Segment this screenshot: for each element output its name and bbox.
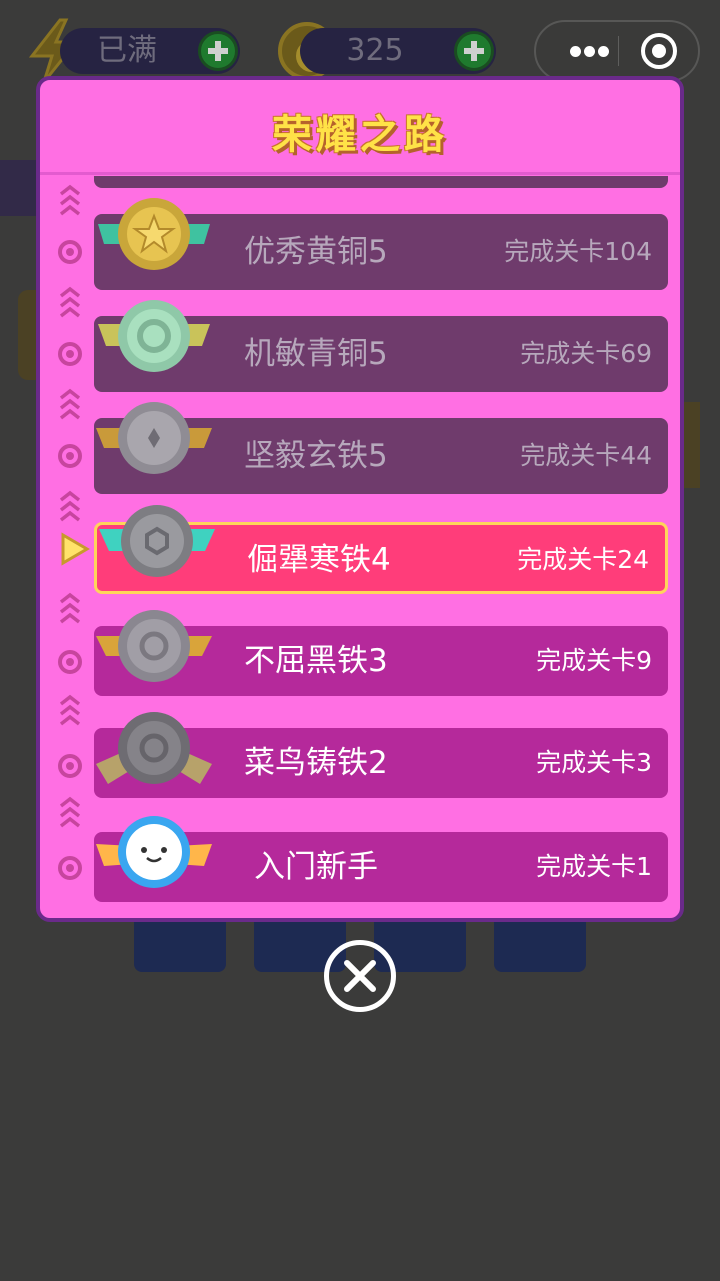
target-circle-icon[interactable]: [641, 33, 677, 69]
rank-marker-dot: [58, 754, 82, 778]
rank-requirement: 完成关卡9: [536, 646, 652, 675]
background-back-button: [0, 160, 40, 216]
capsule-divider: [618, 36, 619, 66]
chevron-up-icon: [58, 796, 82, 832]
rank-marker-dot: [58, 856, 82, 880]
jade-ring-medal-icon: [98, 300, 210, 372]
rank-name: 机敏青铜5: [244, 336, 388, 372]
rank-name: 优秀黄铜5: [244, 234, 388, 270]
rank-row[interactable]: 不屈黑铁3 完成关卡9: [94, 610, 668, 696]
rank-row-partial: [94, 176, 668, 188]
chevron-up-icon: [58, 286, 82, 322]
rank-row[interactable]: 机敏青铜5 完成关卡69: [94, 300, 668, 392]
close-x-icon: [344, 960, 376, 992]
rank-marker-dot: [58, 444, 82, 468]
current-rank-pointer-icon: [61, 532, 90, 566]
smiley-medal-icon: [96, 816, 212, 888]
gold-star-medal-icon: [98, 198, 210, 270]
coin-counter: 325: [300, 28, 496, 74]
rank-marker-dot: [58, 240, 82, 264]
rank-name: 菜鸟铸铁2: [244, 745, 388, 781]
rank-row[interactable]: 坚毅玄铁5 完成关卡44: [94, 402, 668, 494]
add-energy-button[interactable]: [198, 31, 238, 71]
rank-requirement: 完成关卡44: [520, 441, 652, 470]
rank-list[interactable]: 优秀黄铜5 完成关卡104 机敏青铜5 完成关卡69 坚毅玄铁5 完成关卡44: [40, 176, 680, 918]
rank-requirement: 完成关卡3: [536, 748, 652, 777]
rank-requirement: 完成关卡24: [517, 545, 649, 574]
energy-counter: 已满: [60, 28, 240, 74]
rank-requirement: 完成关卡1: [536, 852, 652, 881]
title-divider: [40, 172, 680, 175]
rank-row[interactable]: 入门新手 完成关卡1: [94, 816, 668, 902]
rank-requirement: 完成关卡104: [504, 237, 652, 266]
steel-hex-medal-icon: [99, 505, 215, 577]
glory-road-modal: 荣耀之路 优秀黄铜5 完成关卡104 机敏青铜5 完成关卡69 坚毅玄铁5 完成…: [36, 76, 684, 922]
modal-title: 荣耀之路: [272, 112, 448, 158]
gray-ring-medal-icon: [96, 610, 212, 682]
chevron-up-icon: [58, 490, 82, 526]
rank-row-current[interactable]: 倔犟寒铁4 完成关卡24: [94, 505, 668, 594]
rank-row[interactable]: 菜鸟铸铁2 完成关卡3: [94, 712, 668, 798]
rank-name: 倔犟寒铁4: [247, 542, 391, 578]
silver-diamond-medal-icon: [96, 402, 212, 474]
rank-name: 坚毅玄铁5: [244, 438, 388, 474]
miniprogram-capsule: [534, 20, 700, 82]
close-modal-button[interactable]: [324, 940, 396, 1012]
rank-requirement: 完成关卡69: [520, 339, 652, 368]
chevron-up-icon: [58, 694, 82, 730]
chevron-up-icon: [58, 592, 82, 628]
chevron-up-icon: [58, 184, 82, 220]
rank-name: 不屈黑铁3: [244, 643, 388, 679]
rank-name: 入门新手: [254, 849, 378, 885]
more-dots-icon[interactable]: [560, 22, 618, 80]
dark-ring-medal-icon: [96, 712, 212, 784]
add-coins-button[interactable]: [454, 31, 494, 71]
energy-value: 已满: [97, 33, 157, 68]
rank-marker-dot: [58, 650, 82, 674]
chevron-up-icon: [58, 388, 82, 424]
rank-marker-dot: [58, 342, 82, 366]
rank-row[interactable]: 优秀黄铜5 完成关卡104: [94, 198, 668, 290]
coin-value: 325: [346, 33, 404, 68]
